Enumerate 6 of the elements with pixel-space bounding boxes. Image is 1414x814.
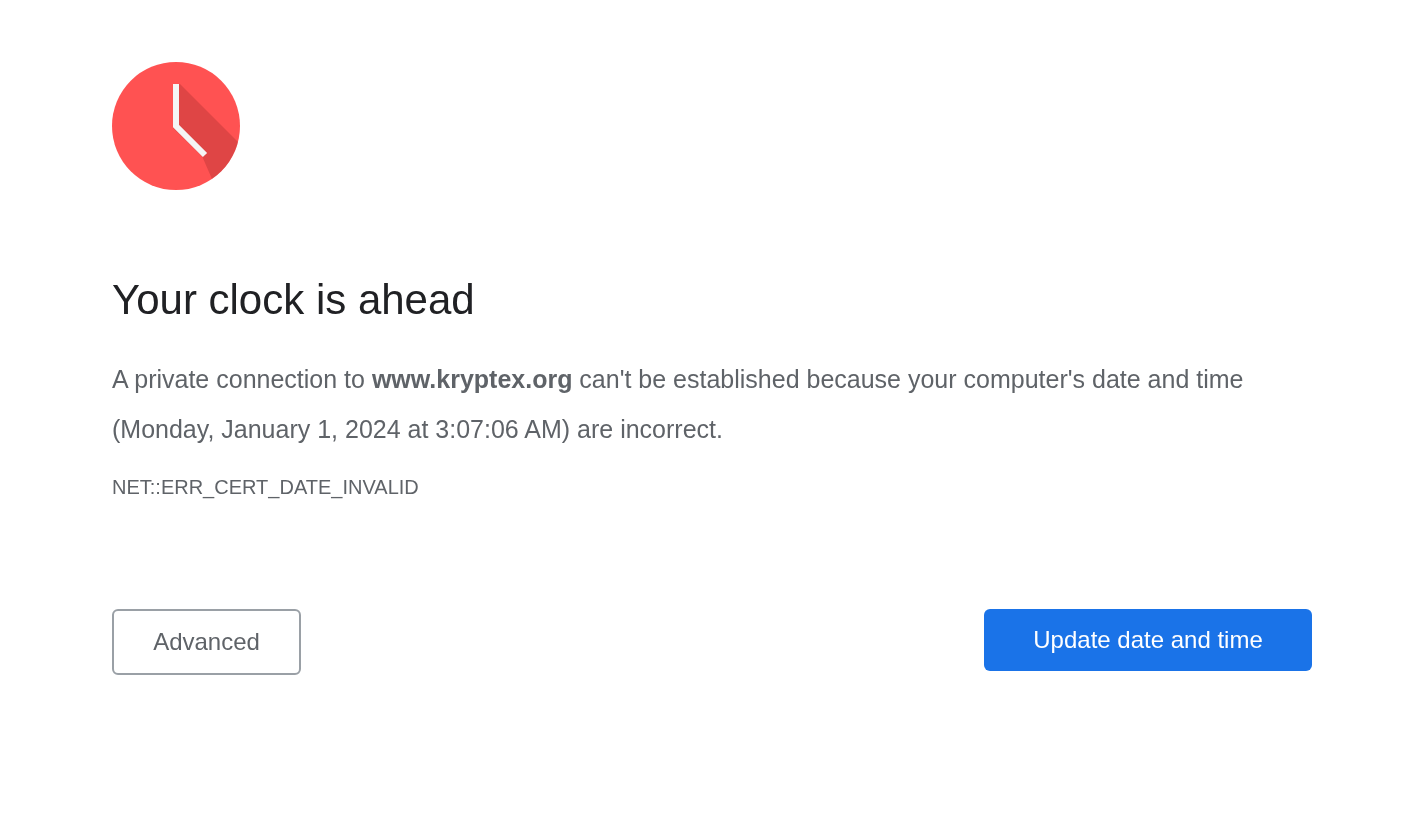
advanced-button[interactable]: Advanced: [112, 609, 301, 675]
page-heading: Your clock is ahead: [112, 275, 475, 325]
clock-icon: [112, 62, 240, 190]
update-button[interactable]: Update date and time: [984, 609, 1312, 671]
error-code: NET::ERR_CERT_DATE_INVALID: [112, 476, 419, 499]
error-message: A private connection to www.kryptex.org can't be established because your computer's date and time (Monday, January 1, 2024 at 3:07:06 AM) are incorrect.: [112, 364, 1245, 445]
